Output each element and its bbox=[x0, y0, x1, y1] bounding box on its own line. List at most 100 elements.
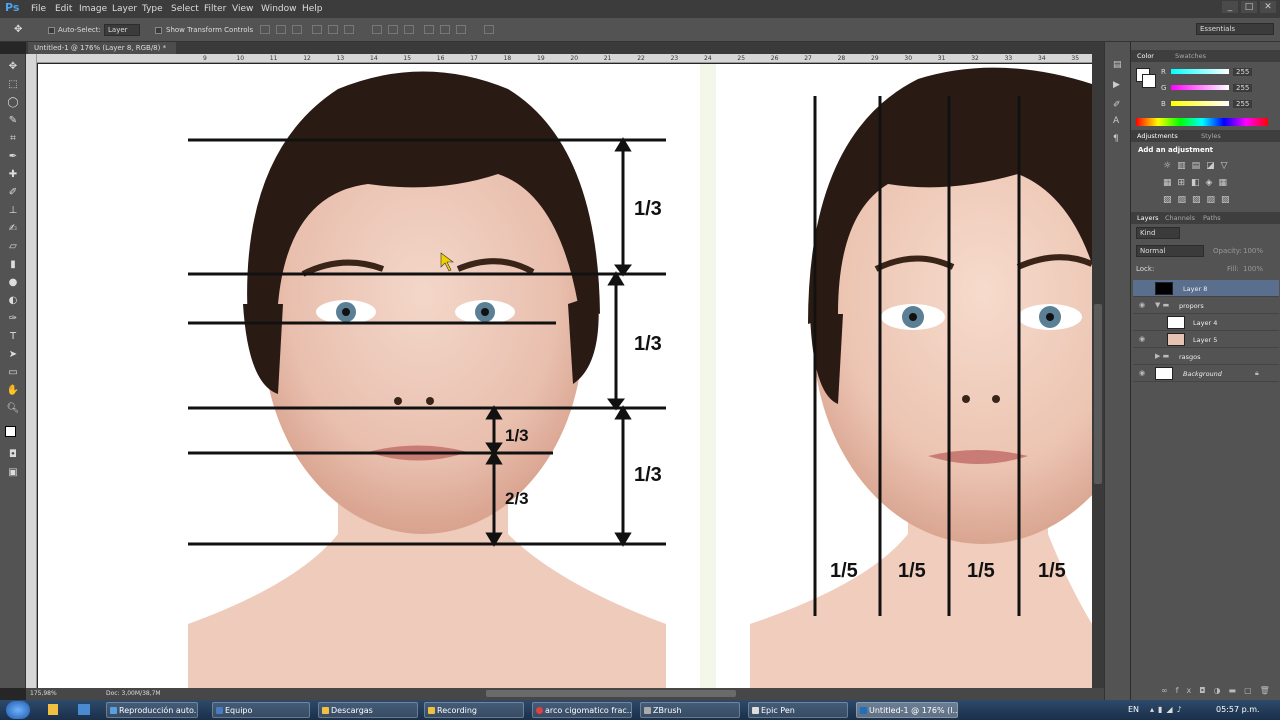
document-tab[interactable]: Untitled-1 @ 176% (Layer 8, RGB/8) * × bbox=[28, 42, 176, 60]
visibility-eye-icon[interactable]: ◉ bbox=[1139, 335, 1148, 344]
minimize-button[interactable]: _ bbox=[1222, 1, 1238, 13]
marquee-tool-icon[interactable]: ⬚ bbox=[6, 78, 20, 92]
menu-type[interactable]: Type bbox=[142, 4, 163, 14]
channel-b-value[interactable]: 255 bbox=[1233, 100, 1253, 108]
menu-select[interactable]: Select bbox=[171, 4, 199, 14]
align-vcenter-icon[interactable] bbox=[276, 25, 286, 34]
align-right-icon[interactable] bbox=[344, 25, 354, 34]
healing-tool-icon[interactable]: ✚ bbox=[6, 168, 20, 182]
color-background-swatch[interactable] bbox=[1142, 74, 1156, 88]
distribute-bottom-icon[interactable] bbox=[404, 25, 414, 34]
shape-tool-icon[interactable]: ▭ bbox=[6, 366, 20, 380]
character-panel-icon[interactable]: A bbox=[1113, 116, 1119, 126]
language-indicator[interactable]: EN bbox=[1128, 705, 1139, 714]
task-photoshop[interactable]: Untitled-1 @ 176% (l... bbox=[856, 702, 958, 718]
start-button[interactable] bbox=[6, 701, 30, 719]
move-tool-icon[interactable]: ✥ bbox=[6, 60, 20, 74]
maximize-button[interactable]: □ bbox=[1241, 1, 1257, 13]
gradient-tool-icon[interactable]: ▮ bbox=[6, 258, 20, 272]
visibility-eye-icon[interactable]: ◉ bbox=[1139, 301, 1148, 310]
group-expand-icon[interactable]: ▼ ▬ bbox=[1155, 301, 1169, 309]
distribute-vcenter-icon[interactable] bbox=[388, 25, 398, 34]
desktop-quicklaunch-icon[interactable] bbox=[78, 704, 90, 715]
adjustment-icons[interactable]: ☼▥▤◪▽ ▦⊞◧◈▦ ▨▨▨▨▨ bbox=[1163, 158, 1263, 208]
pen-tool-icon[interactable]: ✑ bbox=[6, 312, 20, 326]
tab-swatches[interactable]: Swatches bbox=[1175, 52, 1206, 60]
layer-row-propors[interactable]: ◉ ▼ ▬ propors bbox=[1133, 297, 1279, 314]
close-button[interactable]: ✕ bbox=[1260, 1, 1276, 13]
channel-g-slider[interactable] bbox=[1171, 85, 1229, 90]
channel-r-slider[interactable] bbox=[1171, 69, 1229, 74]
task-reproduccion[interactable]: Reproducción auto... bbox=[106, 702, 198, 718]
task-descargas[interactable]: Descargas bbox=[318, 702, 418, 718]
layer-actions-bar[interactable]: ∞fx◘◑▬▢🗑︎ bbox=[1161, 686, 1278, 695]
layer-row-layer-5[interactable]: ◉ Layer 5 bbox=[1133, 331, 1279, 348]
horizontal-ruler[interactable]: 9 10 11 12 13 14 15 16 17 18 19 20 21 22 23 24 25 26 27 28 2… bbox=[37, 54, 1097, 63]
eyedropper-tool-icon[interactable]: ✒ bbox=[6, 150, 20, 164]
tab-color[interactable]: Color bbox=[1137, 52, 1154, 60]
stamp-tool-icon[interactable]: ⊥ bbox=[6, 204, 20, 218]
auto-select-checkbox[interactable] bbox=[48, 26, 55, 34]
blur-tool-icon[interactable]: ● bbox=[6, 276, 20, 290]
auto-align-icon[interactable] bbox=[484, 25, 494, 34]
document-canvas[interactable]: 1/3 1/3 1/3 1/3 2/3 1/5 1/5 1/5 1/5 bbox=[38, 64, 1092, 688]
menu-help[interactable]: Help bbox=[302, 4, 323, 14]
history-brush-tool-icon[interactable]: ✍ bbox=[6, 222, 20, 236]
layer-row-layer-8[interactable]: Layer 8 bbox=[1133, 280, 1279, 297]
path-select-tool-icon[interactable]: ➤ bbox=[6, 348, 20, 362]
distribute-left-icon[interactable] bbox=[424, 25, 434, 34]
group-collapsed-icon[interactable]: ▶ ▬ bbox=[1155, 352, 1169, 360]
transform-controls-checkbox[interactable] bbox=[155, 26, 162, 34]
menu-filter[interactable]: Filter bbox=[204, 4, 226, 14]
tab-styles[interactable]: Styles bbox=[1201, 132, 1221, 140]
hand-tool-icon[interactable]: ✋ bbox=[6, 384, 20, 398]
zoom-tool-icon[interactable]: 🔍︎ bbox=[6, 402, 20, 416]
tab-paths[interactable]: Paths bbox=[1203, 214, 1221, 222]
align-top-icon[interactable] bbox=[260, 25, 270, 34]
distribute-top-icon[interactable] bbox=[372, 25, 382, 34]
brush-panel-icon[interactable]: ✐ bbox=[1113, 100, 1121, 110]
distribute-hcenter-icon[interactable] bbox=[440, 25, 450, 34]
task-chrome[interactable]: arco cigomatico frac... bbox=[532, 702, 632, 718]
task-equipo[interactable]: Equipo bbox=[212, 702, 310, 718]
history-panel-icon[interactable]: ▤ bbox=[1113, 60, 1122, 70]
eraser-tool-icon[interactable]: ▱ bbox=[6, 240, 20, 254]
quick-select-tool-icon[interactable]: ✎ bbox=[6, 114, 20, 128]
tab-adjustments[interactable]: Adjustments bbox=[1137, 132, 1178, 140]
quick-mask-icon[interactable]: ◘ bbox=[6, 448, 20, 462]
menu-layer[interactable]: Layer bbox=[112, 4, 137, 14]
workspace-dropdown[interactable]: Essentials bbox=[1196, 23, 1274, 35]
color-spectrum[interactable] bbox=[1136, 118, 1268, 126]
vertical-scroll-thumb[interactable] bbox=[1094, 304, 1102, 484]
tab-layers[interactable]: Layers bbox=[1137, 214, 1159, 222]
zoom-level[interactable]: 175,98% bbox=[30, 690, 57, 697]
screen-mode-icon[interactable]: ▣ bbox=[6, 466, 20, 480]
distribute-right-icon[interactable] bbox=[456, 25, 466, 34]
vertical-scrollbar[interactable] bbox=[1092, 54, 1104, 688]
tab-channels[interactable]: Channels bbox=[1165, 214, 1195, 222]
system-tray-icons[interactable]: ▴▮◢♪ bbox=[1150, 705, 1186, 714]
menu-image[interactable]: Image bbox=[79, 4, 107, 14]
actions-panel-icon[interactable]: ▶ bbox=[1113, 80, 1120, 90]
blend-mode-dropdown[interactable]: Normal bbox=[1136, 245, 1204, 257]
channel-r-value[interactable]: 255 bbox=[1233, 68, 1253, 76]
menu-edit[interactable]: Edit bbox=[55, 4, 72, 14]
doc-size[interactable]: Doc: 3,00M/38,7M bbox=[106, 690, 161, 697]
channel-b-slider[interactable] bbox=[1171, 101, 1229, 106]
task-zbrush[interactable]: ZBrush bbox=[640, 702, 740, 718]
layer-row-layer-4[interactable]: Layer 4 bbox=[1133, 314, 1279, 331]
clock[interactable]: 05:57 p.m. bbox=[1216, 705, 1260, 714]
folder-quicklaunch-icon[interactable] bbox=[48, 704, 58, 715]
menu-file[interactable]: File bbox=[31, 4, 46, 14]
vertical-ruler[interactable] bbox=[26, 54, 37, 688]
lasso-tool-icon[interactable]: ◯ bbox=[6, 96, 20, 110]
menu-view[interactable]: View bbox=[232, 4, 253, 14]
opacity-value[interactable]: 100% bbox=[1243, 247, 1263, 255]
type-tool-icon[interactable]: T bbox=[6, 330, 20, 344]
fill-value[interactable]: 100% bbox=[1243, 265, 1263, 273]
brush-tool-icon[interactable]: ✐ bbox=[6, 186, 20, 200]
align-left-icon[interactable] bbox=[312, 25, 322, 34]
layer-row-rasgos[interactable]: ▶ ▬ rasgos bbox=[1133, 348, 1279, 365]
align-bottom-icon[interactable] bbox=[292, 25, 302, 34]
horizontal-scroll-thumb[interactable] bbox=[486, 690, 736, 697]
